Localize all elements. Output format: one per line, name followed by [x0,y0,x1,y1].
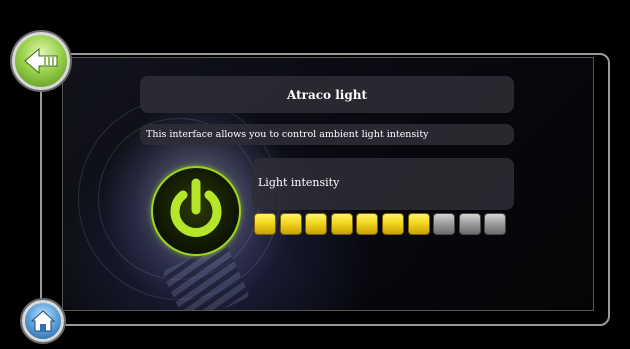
intensity-segment-2[interactable] [280,213,302,235]
description-text: This interface allows you to control amb… [146,129,429,140]
description-box: This interface allows you to control amb… [140,124,514,145]
home-button[interactable] [22,300,64,342]
title-box: Atraco light [140,76,514,113]
home-icon [30,310,56,332]
intensity-segment-1[interactable] [254,213,276,235]
intensity-segment-3[interactable] [305,213,327,235]
intensity-segment-6[interactable] [382,213,404,235]
intensity-segment-4[interactable] [331,213,353,235]
back-arrow-icon [24,47,58,75]
intensity-box: Light intensity [252,158,514,210]
power-icon [170,178,222,237]
intensity-segment-9[interactable] [459,213,481,235]
page-title: Atraco light [286,87,367,102]
intensity-segment-8[interactable] [433,213,455,235]
intensity-segment-10[interactable] [484,213,506,235]
back-button[interactable] [12,32,70,90]
power-button[interactable] [151,166,241,256]
intensity-segment-7[interactable] [408,213,430,235]
intensity-segment-5[interactable] [356,213,378,235]
intensity-label: Light intensity [258,176,340,189]
